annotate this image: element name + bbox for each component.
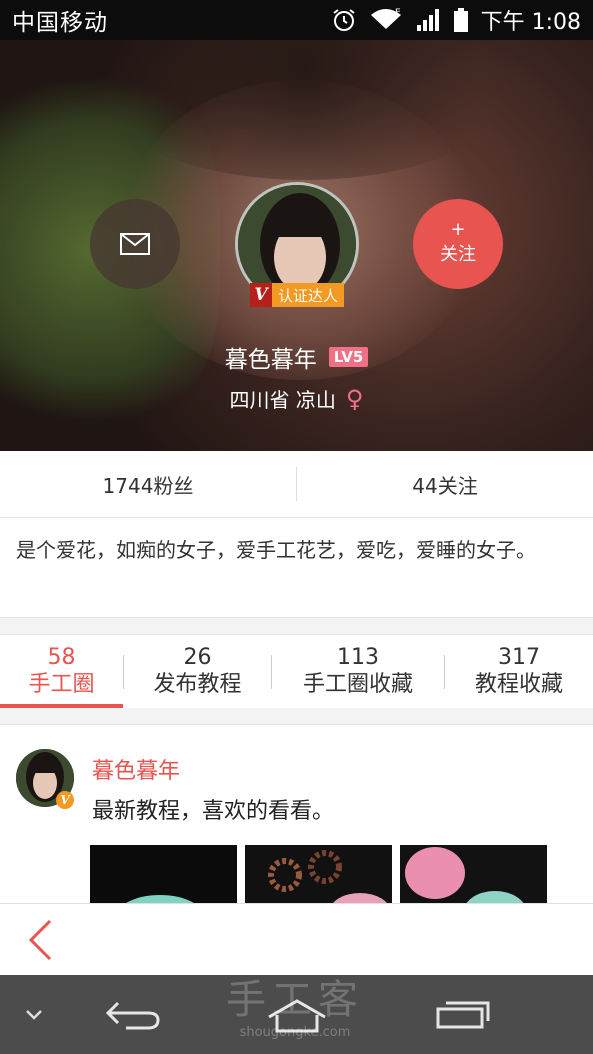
chevron-left-icon: [28, 919, 52, 961]
location-row: 四川省 凉山 ♀: [0, 384, 593, 413]
fans-count[interactable]: 1744粉丝: [0, 470, 296, 499]
tab-count: 26: [183, 644, 212, 670]
battery-icon: [453, 8, 468, 32]
stats-bar: 1744粉丝 44关注: [0, 451, 593, 518]
tab-circle[interactable]: 58 手工圈: [0, 635, 123, 708]
tab-count: 317: [498, 644, 540, 670]
plus-icon: +: [450, 219, 466, 240]
location-text: 四川省 凉山: [229, 388, 336, 412]
tab-count: 113: [337, 644, 379, 670]
status-time: 下午 1:08: [480, 10, 581, 35]
verified-v-icon: V: [56, 791, 74, 809]
follow-button[interactable]: + 关注: [413, 199, 503, 289]
post-author[interactable]: 暮色暮年: [92, 753, 180, 785]
tab-label: 手工圈: [28, 671, 95, 697]
envelope-icon: [120, 233, 150, 255]
nav-back-button[interactable]: [98, 975, 168, 1054]
system-nav-bar: 手工客 shougongke.com: [0, 975, 593, 1054]
message-button[interactable]: [90, 199, 180, 289]
post-image[interactable]: [400, 845, 547, 904]
chevron-down-icon: [26, 1009, 42, 1020]
female-icon: ♀: [345, 384, 364, 413]
level-badge: LV5: [328, 347, 369, 367]
following-count[interactable]: 44关注: [297, 470, 593, 499]
username-row: 暮色暮年 LV5: [0, 340, 593, 374]
username: 暮色暮年: [224, 347, 317, 373]
profile-header: V 认证达人 + 关注 暮色暮年 LV5 四川省 凉山 ♀: [0, 40, 593, 451]
back-arrow-icon: [105, 1001, 160, 1029]
status-bar: 中国移动 E 下午 1:08: [0, 0, 593, 40]
nav-recents-button[interactable]: [430, 975, 496, 1054]
bio-text: 是个爱花，如痴的女子，爱手工花艺，爱吃，爱睡的女子。: [0, 518, 593, 618]
profile-tabs: 58 手工圈 26 发布教程 113 手工圈收藏 317 教程收藏: [0, 634, 593, 708]
nav-down-button[interactable]: [14, 975, 54, 1054]
verified-v-icon: V: [250, 283, 272, 307]
tab-label: 教程收藏: [474, 671, 563, 697]
signal-icon: [416, 9, 439, 31]
tab-count: 58: [47, 644, 76, 670]
tab-label: 手工圈收藏: [302, 671, 413, 697]
bottom-toolbar: [0, 903, 593, 975]
home-icon: [268, 998, 326, 1032]
network-type: E: [395, 8, 401, 18]
post-image[interactable]: [90, 845, 237, 904]
tab-circle-favorites[interactable]: 113 手工圈收藏: [272, 635, 444, 708]
tab-tutorial-favorites[interactable]: 317 教程收藏: [445, 635, 593, 708]
verified-expert-badge: V 认证达人: [250, 283, 345, 307]
post-image[interactable]: [245, 845, 392, 904]
feed-post[interactable]: V 暮色暮年 最新教程，喜欢的看看。: [0, 724, 593, 904]
tab-published-tutorials[interactable]: 26 发布教程: [124, 635, 271, 708]
tab-label: 发布教程: [153, 671, 242, 697]
post-text: 最新教程，喜欢的看看。: [92, 799, 335, 824]
verified-label: 认证达人: [272, 283, 345, 307]
nav-home-button[interactable]: [262, 975, 332, 1054]
wifi-icon: E: [370, 8, 401, 29]
status-icons: E 下午 1:08: [331, 4, 581, 36]
recents-icon: [436, 1001, 490, 1028]
carrier-name: 中国移动: [12, 10, 108, 36]
follow-label: 关注: [440, 244, 476, 265]
back-button[interactable]: [20, 918, 60, 962]
alarm-icon: [332, 9, 355, 31]
